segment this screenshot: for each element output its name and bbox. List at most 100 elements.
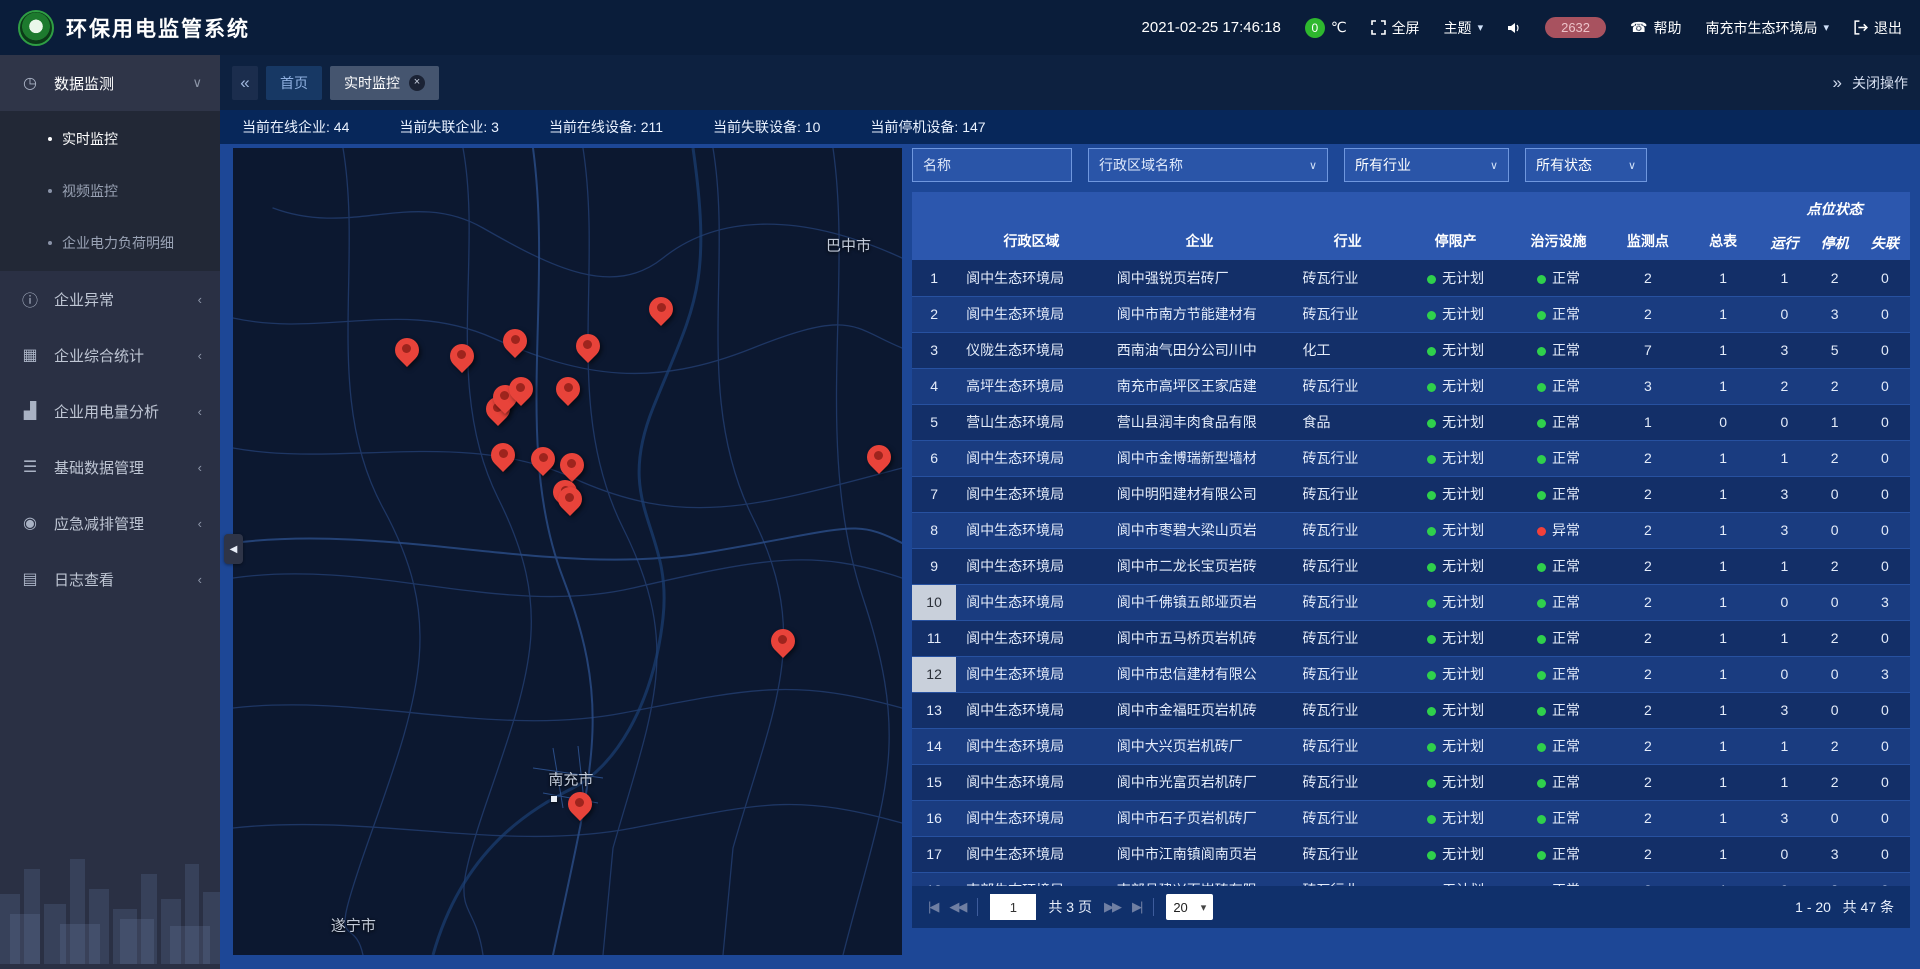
- cell-region: 阆中生态环境局: [956, 764, 1107, 800]
- map-pin[interactable]: [560, 453, 584, 477]
- sidebar-subitem[interactable]: 实时监控: [0, 113, 220, 165]
- logout-button[interactable]: 退出: [1853, 18, 1902, 38]
- theme-dropdown[interactable]: 主题 ▾: [1444, 18, 1484, 38]
- help-button[interactable]: ☎ 帮助: [1630, 18, 1681, 38]
- table-row[interactable]: 11阆中生态环境局阆中市五马桥页岩机砖砖瓦行业无计划正常21120: [912, 620, 1910, 656]
- table-row[interactable]: 4高坪生态环境局南充市高坪区王家店建砖瓦行业无计划正常31220: [912, 368, 1910, 404]
- sidebar-item-chart[interactable]: ▟企业用电量分析‹: [0, 383, 220, 439]
- cell-run: 0: [1759, 296, 1809, 332]
- sidebar-item-stats[interactable]: ▦企业综合统计‹: [0, 327, 220, 383]
- map-pin[interactable]: [509, 377, 533, 401]
- map-pin[interactable]: [867, 445, 891, 469]
- cell-run: 3: [1759, 800, 1809, 836]
- cell-lost: 0: [1860, 512, 1910, 548]
- tab-inactive[interactable]: 首页: [266, 66, 322, 100]
- table-row[interactable]: 16阆中生态环境局阆中市石子页岩机砖厂砖瓦行业无计划正常21300: [912, 800, 1910, 836]
- map-pin[interactable]: [556, 377, 580, 401]
- cell-index: 17: [912, 836, 956, 872]
- tab-active[interactable]: 实时监控×: [330, 66, 439, 100]
- city-label: 巴中市: [826, 234, 871, 255]
- cell-run: 1: [1759, 548, 1809, 584]
- next-page-button[interactable]: ▶▶: [1104, 899, 1120, 915]
- status-dot-green: [1537, 815, 1546, 824]
- map-pin[interactable]: [576, 334, 600, 358]
- status-dot-green: [1537, 635, 1546, 644]
- cell-region: 阆中生态环境局: [956, 260, 1107, 296]
- sidebar-item-database[interactable]: ☰基础数据管理‹: [0, 439, 220, 495]
- sidebar-menu: ◷数据监测∨实时监控视频监控企业电力负荷明细ⓘ企业异常‹▦企业综合统计‹▟企业用…: [0, 55, 220, 607]
- last-page-button[interactable]: ▶|: [1132, 899, 1141, 915]
- stat-label: 当前停机设备:: [870, 119, 962, 135]
- skyline-decoration: [0, 814, 220, 969]
- page-number-input[interactable]: [990, 894, 1036, 920]
- alarm-sound-toggle[interactable]: [1507, 21, 1521, 35]
- table-row[interactable]: 5营山生态环境局营山县润丰肉食品有限食品无计划正常10010: [912, 404, 1910, 440]
- collapse-map-handle[interactable]: ◀: [224, 534, 243, 564]
- map[interactable]: 巴中市南充市遂宁市: [233, 148, 902, 955]
- map-pin[interactable]: [395, 338, 419, 362]
- map-pin[interactable]: [558, 487, 582, 511]
- tab-close-icon[interactable]: ×: [409, 75, 425, 91]
- sidebar-item-emergency[interactable]: ◉应急减排管理‹: [0, 495, 220, 551]
- sidebar-item-alert[interactable]: ⓘ企业异常‹: [0, 271, 220, 327]
- stat-value: 3: [491, 119, 499, 135]
- chevron-left-icon: ‹: [198, 292, 202, 307]
- map-pin[interactable]: [771, 629, 795, 653]
- cell-industry: 砖瓦行业: [1293, 728, 1403, 764]
- close-operations-button[interactable]: » 关闭操作: [1833, 73, 1908, 93]
- col-lost: 失联: [1860, 226, 1910, 260]
- sidebar-subitem[interactable]: 视频监控: [0, 165, 220, 217]
- cell-industry: 砖瓦行业: [1293, 692, 1403, 728]
- tab-scroll-left-button[interactable]: «: [232, 66, 258, 100]
- cell-region: 阆中生态环境局: [956, 620, 1107, 656]
- table-row[interactable]: 10阆中生态环境局阆中千佛镇五郎垭页岩砖瓦行业无计划正常21003: [912, 584, 1910, 620]
- sidebar-item-label: 企业异常: [54, 289, 114, 310]
- fullscreen-button[interactable]: 全屏: [1371, 18, 1420, 38]
- divider: [977, 898, 978, 916]
- cell-facility-status: 正常: [1508, 764, 1608, 800]
- table-row[interactable]: 6阆中生态环境局阆中市金博瑞新型墙材砖瓦行业无计划正常21120: [912, 440, 1910, 476]
- map-pin[interactable]: [491, 443, 515, 467]
- map-pin[interactable]: [503, 329, 527, 353]
- divider: [1153, 898, 1154, 916]
- alarm-count-badge[interactable]: 2632: [1545, 17, 1606, 38]
- table-row[interactable]: 8阆中生态环境局阆中市枣碧大梁山页岩砖瓦行业无计划异常21300: [912, 512, 1910, 548]
- sidebar-item-log[interactable]: ▤日志查看‹: [0, 551, 220, 607]
- table-row[interactable]: 17阆中生态环境局阆中市江南镇阆南页岩砖瓦行业无计划正常21030: [912, 836, 1910, 872]
- table-row[interactable]: 15阆中生态环境局阆中市光富页岩机砖厂砖瓦行业无计划正常21120: [912, 764, 1910, 800]
- prev-page-button[interactable]: ◀◀: [949, 899, 965, 915]
- map-pin[interactable]: [649, 297, 673, 321]
- filter-status-select[interactable]: 所有状态 ∨: [1525, 148, 1647, 182]
- table-row[interactable]: 18南部生态环境局南部县建兴页岩砖有限砖瓦行业无计划正常21030: [912, 872, 1910, 886]
- cell-facility-status: 正常: [1508, 260, 1608, 296]
- table-row[interactable]: 1阆中生态环境局阆中强锐页岩砖厂砖瓦行业无计划正常21120: [912, 260, 1910, 296]
- map-pin[interactable]: [450, 344, 474, 368]
- cell-limit-status: 无计划: [1403, 620, 1508, 656]
- table-row[interactable]: 13阆中生态环境局阆中市金福旺页岩机砖砖瓦行业无计划正常21300: [912, 692, 1910, 728]
- org-dropdown[interactable]: 南充市生态环境局 ▾: [1705, 18, 1829, 38]
- map-pin[interactable]: [568, 792, 592, 816]
- filter-name-input[interactable]: [912, 148, 1072, 182]
- filter-industry-select[interactable]: 所有行业 ∨: [1344, 148, 1509, 182]
- cell-stop: 2: [1810, 764, 1860, 800]
- sidebar-item-monitor[interactable]: ◷数据监测∨: [0, 55, 220, 111]
- first-page-button[interactable]: |◀: [928, 899, 937, 915]
- col-facility: 治污设施: [1508, 192, 1608, 260]
- status-dot-green: [1427, 419, 1436, 428]
- cell-facility-status: 正常: [1508, 548, 1608, 584]
- table-row[interactable]: 14阆中生态环境局阆中大兴页岩机砖厂砖瓦行业无计划正常21120: [912, 728, 1910, 764]
- sidebar-subitem[interactable]: 企业电力负荷明细: [0, 217, 220, 269]
- filter-region-select[interactable]: 行政区域名称 ∨: [1088, 148, 1328, 182]
- status-dot-green: [1537, 563, 1546, 572]
- table-row[interactable]: 3仪陇生态环境局西南油气田分公司川中化工无计划正常71350: [912, 332, 1910, 368]
- table-row[interactable]: 7阆中生态环境局阆中明阳建材有限公司砖瓦行业无计划正常21300: [912, 476, 1910, 512]
- table-row[interactable]: 12阆中生态环境局阆中市忠信建材有限公砖瓦行业无计划正常21003: [912, 656, 1910, 692]
- page-size-select[interactable]: 20 ▾: [1166, 894, 1213, 920]
- app-logo: [18, 10, 54, 46]
- cell-index: 9: [912, 548, 956, 584]
- cell-meters: 1: [1687, 692, 1759, 728]
- emergency-icon: ◉: [18, 513, 42, 533]
- table-row[interactable]: 9阆中生态环境局阆中市二龙长宝页岩砖砖瓦行业无计划正常21120: [912, 548, 1910, 584]
- map-pin[interactable]: [531, 447, 555, 471]
- table-row[interactable]: 2阆中生态环境局阆中市南方节能建材有砖瓦行业无计划正常21030: [912, 296, 1910, 332]
